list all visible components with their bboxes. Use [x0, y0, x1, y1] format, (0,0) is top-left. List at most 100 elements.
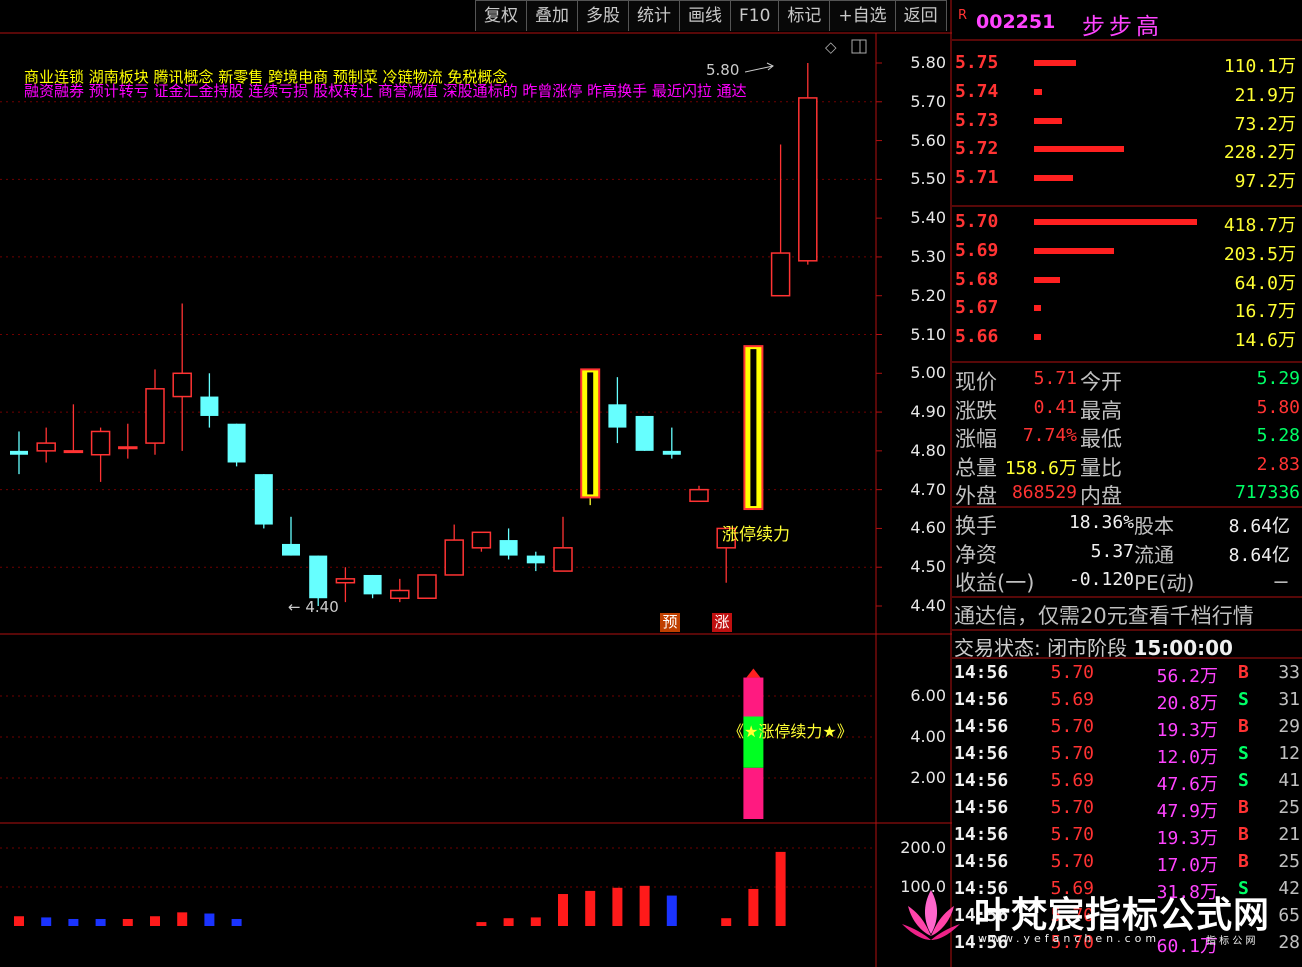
candle[interactable]: [227, 423, 246, 467]
tick-volume: 17.0万: [1156, 855, 1218, 876]
quote-value: 7.74%: [1022, 425, 1077, 446]
tick-row[interactable]: 14:56 5.70 47.9万 B 25: [952, 797, 1302, 823]
order-row[interactable]: 5.71 97.2万: [952, 167, 1302, 195]
quote-label: 今开: [1080, 370, 1122, 394]
candle[interactable]: [172, 303, 192, 451]
volume-bar: [177, 912, 188, 926]
tick-time: 14:56: [954, 797, 1009, 818]
volume-bar: [775, 851, 786, 926]
order-row[interactable]: 5.73 73.2万: [952, 110, 1302, 138]
tick-row[interactable]: 14:56 5.70 19.3万 B 29: [952, 716, 1302, 742]
stat-value: 8.64亿: [1228, 516, 1290, 537]
panel-toggle-icon[interactable]: [851, 39, 867, 54]
candle[interactable]: [200, 373, 219, 428]
candle[interactable]: [608, 377, 627, 444]
order-row[interactable]: 5.70 418.7万: [952, 211, 1302, 239]
tick-volume: 47.6万: [1156, 774, 1218, 795]
candle[interactable]: [36, 427, 56, 463]
price-tick: 4.50: [910, 557, 946, 577]
tick-row[interactable]: 14:56 5.70 12.0万 S 12: [952, 743, 1302, 769]
tick-row[interactable]: 14:56 5.70 17.0万 B 25: [952, 851, 1302, 877]
candle[interactable]: [10, 431, 28, 475]
volume-bar: [204, 913, 215, 926]
candle[interactable]: [90, 427, 111, 482]
candle[interactable]: [335, 567, 356, 603]
quote-value: 868529: [1011, 482, 1077, 503]
diamond-icon[interactable]: ◇: [825, 38, 837, 56]
candle[interactable]: [743, 345, 764, 511]
tag-zhang-badge[interactable]: 涨: [712, 613, 732, 632]
order-volume: 203.5万: [1223, 243, 1296, 265]
candle[interactable]: [553, 516, 573, 572]
candle[interactable]: [798, 63, 818, 265]
indicator-tick: 2.00: [910, 768, 946, 787]
order-volume-bar: [1034, 60, 1076, 66]
trade-status-label: 交易状态: 闭市阶段: [954, 636, 1128, 660]
tick-side: B: [1238, 797, 1249, 818]
candle[interactable]: [770, 144, 791, 297]
order-row[interactable]: 5.74 21.9万: [952, 81, 1302, 109]
candle[interactable]: [282, 516, 300, 556]
stat-label: 换手: [955, 514, 997, 538]
tick-row[interactable]: 14:56 5.70 19.3万 B 21: [952, 824, 1302, 850]
volume-bar: [476, 922, 487, 926]
order-row[interactable]: 5.69 203.5万: [952, 240, 1302, 268]
stat-value: 18.36%: [1068, 512, 1134, 533]
price-tick: 5.40: [910, 208, 946, 228]
order-volume: 418.7万: [1223, 215, 1296, 236]
price-tick: 4.60: [910, 518, 946, 538]
tag-yu-badge[interactable]: 预: [660, 613, 680, 632]
upgrade-notice[interactable]: 通达信，仅需20元查看千档行情: [954, 600, 1254, 630]
order-volume-bar: [1034, 305, 1041, 312]
quote-label: 涨幅: [955, 427, 997, 451]
price-tick: 5.10: [910, 324, 946, 344]
high-price-label: 5.80: [706, 61, 740, 79]
candle[interactable]: [635, 415, 654, 451]
order-row[interactable]: 5.75 110.1万: [952, 52, 1302, 80]
order-volume: 228.2万: [1223, 142, 1296, 164]
order-row[interactable]: 5.72 228.2万: [952, 138, 1302, 166]
tick-volume: 20.8万: [1156, 693, 1218, 714]
tick-count: 31: [1278, 689, 1300, 710]
volume-bar: [503, 918, 514, 926]
order-row[interactable]: 5.68 64.0万: [952, 269, 1302, 297]
price-tick: 5.00: [910, 363, 946, 383]
candle[interactable]: [254, 474, 273, 529]
tick-row[interactable]: 14:56 5.69 47.6万 S 41: [952, 770, 1302, 796]
order-volume-bar: [1034, 334, 1041, 341]
order-price: 5.73: [955, 109, 999, 131]
candle[interactable]: [526, 551, 545, 572]
order-price: 5.72: [955, 138, 999, 160]
chart-area[interactable]: ◇: [0, 0, 952, 967]
indicator-segment: [743, 677, 764, 717]
candle[interactable]: [471, 531, 492, 552]
tick-volume: 12.0万: [1156, 747, 1218, 768]
candle[interactable]: [689, 485, 709, 503]
candle[interactable]: [444, 524, 464, 576]
tick-row[interactable]: 14:56 5.70 56.2万 B 33: [952, 662, 1302, 688]
order-price: 5.67: [955, 297, 999, 319]
quote-value: 158.6万: [1004, 457, 1077, 479]
tick-side: B: [1238, 716, 1249, 737]
candle[interactable]: [118, 423, 138, 459]
order-row[interactable]: 5.66 14.6万: [952, 326, 1302, 354]
candle[interactable]: [145, 369, 165, 455]
candle[interactable]: [580, 368, 601, 506]
order-row[interactable]: 5.67 16.7万: [952, 297, 1302, 325]
tick-time: 14:56: [954, 716, 1009, 737]
candle[interactable]: [390, 578, 410, 603]
stat-value: -0.120: [1068, 569, 1134, 590]
trade-status: 交易状态: 闭市阶段 15:00:00: [954, 632, 1233, 661]
candle[interactable]: [63, 404, 84, 454]
tick-time: 14:56: [954, 662, 1009, 683]
candle[interactable]: [662, 427, 681, 459]
candle[interactable]: [499, 528, 518, 560]
order-volume-bar: [1034, 247, 1114, 254]
order-volume: 97.2万: [1234, 171, 1296, 193]
indicator-segment: [743, 767, 764, 819]
candle[interactable]: [363, 574, 382, 599]
tick-row[interactable]: 14:56 5.69 20.8万 S 31: [952, 689, 1302, 715]
watermark-title: 叶梵宸指标公式网: [974, 895, 1271, 936]
candle[interactable]: [417, 574, 437, 599]
volume-bar: [122, 918, 133, 926]
